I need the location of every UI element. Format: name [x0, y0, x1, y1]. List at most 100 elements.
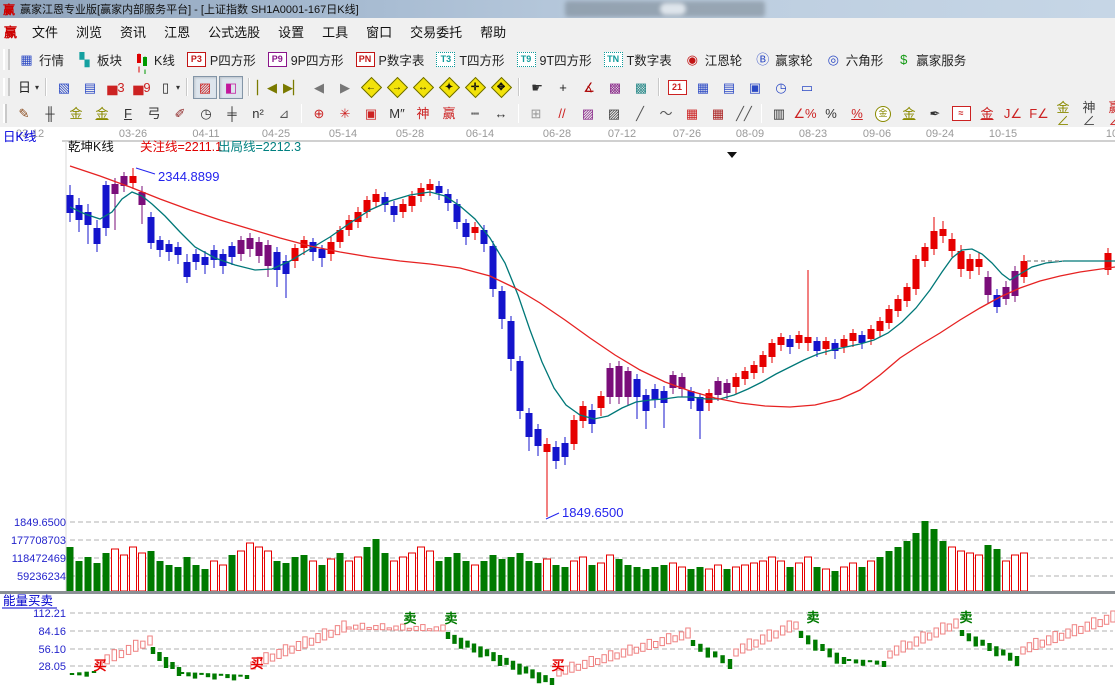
- angle-measure-icon[interactable]: ∡: [577, 76, 601, 99]
- last-bar-icon[interactable]: ▶▏: [281, 76, 305, 99]
- gann-shape-teal-icon[interactable]: ▩: [629, 76, 653, 99]
- ruler-123-icon[interactable]: ┉: [463, 102, 487, 125]
- j-angle-icon[interactable]: J∠: [1001, 102, 1025, 125]
- report-icon[interactable]: ▤: [78, 76, 102, 99]
- gold-angle-icon[interactable]: 金∠: [1053, 102, 1077, 125]
- diamond-shrink-icon[interactable]: ✦: [437, 76, 461, 99]
- nine-t-square-button[interactable]: T99T四方形: [513, 48, 598, 71]
- compass-icon[interactable]: ⊕: [307, 102, 331, 125]
- menu-item-2[interactable]: 资讯: [111, 18, 155, 45]
- gann-pattern-icon[interactable]: ▨: [193, 76, 217, 99]
- gann-wheel-button[interactable]: ◉江恩轮: [680, 48, 749, 71]
- bars-9-icon[interactable]: ▅9: [130, 76, 154, 99]
- frame-tool-icon[interactable]: ⊞: [524, 102, 548, 125]
- save-icon[interactable]: ▣: [743, 76, 767, 99]
- diamond-compress-icon[interactable]: ✛: [463, 76, 487, 99]
- menu-item-7[interactable]: 窗口: [357, 18, 401, 45]
- menu-item-1[interactable]: 浏览: [67, 18, 111, 45]
- toolbar-grip[interactable]: [3, 49, 10, 69]
- menu-item-0[interactable]: 文件: [23, 18, 67, 45]
- slash-lines-icon[interactable]: ╱╱: [732, 102, 756, 125]
- next-bar-icon[interactable]: ▶: [333, 76, 357, 99]
- diamond-right-icon[interactable]: →: [385, 76, 409, 99]
- calculator-icon[interactable]: ▦: [691, 76, 715, 99]
- ying-angle-icon[interactable]: 赢∠: [1105, 102, 1115, 125]
- tick-grid-icon[interactable]: ╪: [220, 102, 244, 125]
- red-grid-box-2-icon[interactable]: ▦: [706, 102, 730, 125]
- t-table-button[interactable]: TNT数字表: [600, 48, 678, 71]
- fan-box-purple-icon[interactable]: ▨: [576, 102, 600, 125]
- diamond-expand-icon[interactable]: ↔: [411, 76, 435, 99]
- pattern-window-icon[interactable]: ▧: [52, 76, 76, 99]
- kline-button[interactable]: K线: [130, 48, 181, 71]
- print-icon[interactable]: ▭: [795, 76, 819, 99]
- hand-tool-icon[interactable]: ☛: [525, 76, 549, 99]
- notes-icon[interactable]: ▤: [717, 76, 741, 99]
- crosshair-tool-icon[interactable]: +: [551, 76, 575, 99]
- menu-item-8[interactable]: 交易委托: [401, 18, 471, 45]
- hexagon-button[interactable]: ◎六角形: [821, 48, 890, 71]
- boxed-web-icon[interactable]: ▣: [359, 102, 383, 125]
- volume-profile-icon[interactable]: ◧: [219, 76, 243, 99]
- nine-p-square-button[interactable]: P99P四方形: [264, 48, 350, 71]
- sectors-button[interactable]: ▚板块: [72, 48, 128, 71]
- horizontal-span-icon[interactable]: ↔: [489, 102, 513, 125]
- time-circle-grid-icon[interactable]: ◷: [194, 102, 218, 125]
- percent-angle-icon[interactable]: ∠%: [793, 102, 817, 125]
- menu-item-6[interactable]: 工具: [313, 18, 357, 45]
- first-bar-icon[interactable]: ▏◀: [255, 76, 279, 99]
- trend-pencil-icon[interactable]: ╱: [628, 102, 652, 125]
- ying-grid-icon[interactable]: 赢: [437, 102, 461, 125]
- shen-angle-icon[interactable]: 神∠: [1079, 102, 1103, 125]
- indicator-pane-title[interactable]: 能量买卖: [3, 594, 53, 608]
- brush-icon[interactable]: ✐: [168, 102, 192, 125]
- draw-pen-icon[interactable]: ✎: [12, 102, 36, 125]
- gold-grid-icon[interactable]: 金: [64, 102, 88, 125]
- diamond-move-icon[interactable]: ✥: [489, 76, 513, 99]
- title-bar[interactable]: 赢 赢家江恩专业版[赢家内部服务平台] - [上证指数 SH1A0001-167…: [0, 0, 1115, 18]
- period-day-dropdown[interactable]: 日▾: [15, 76, 40, 99]
- percent-icon[interactable]: %: [819, 102, 843, 125]
- candle-style-dropdown[interactable]: ▯▾: [156, 76, 181, 99]
- ink-brush-icon[interactable]: ✒: [923, 102, 947, 125]
- red-grid-box-icon[interactable]: ▦: [680, 102, 704, 125]
- quotes-button[interactable]: ▦行情: [14, 48, 70, 71]
- winner-service-button[interactable]: $赢家服务: [891, 48, 972, 71]
- winner-wheel-button[interactable]: Ⓑ赢家轮: [750, 48, 819, 71]
- wave-box-icon[interactable]: ≈: [949, 102, 973, 125]
- f-angle-icon[interactable]: F∠: [1027, 102, 1051, 125]
- wave-icon[interactable]: ～: [654, 102, 678, 125]
- fan-lines-icon[interactable]: //: [550, 102, 574, 125]
- p-square-button[interactable]: P3P四方形: [183, 48, 262, 71]
- gann-shape-purple-icon[interactable]: ▩: [603, 76, 627, 99]
- menu-item-9[interactable]: 帮助: [471, 18, 515, 45]
- calendar-icon[interactable]: 21: [665, 76, 689, 99]
- t-square-button[interactable]: T3T四方形: [432, 48, 510, 71]
- p-table-button[interactable]: PNP数字表: [352, 48, 431, 71]
- prev-bar-icon[interactable]: ◀: [307, 76, 331, 99]
- k-note-icon[interactable]: M″: [385, 102, 409, 125]
- menu-item-3[interactable]: 江恩: [155, 18, 199, 45]
- scale-bars-icon[interactable]: ▥: [767, 102, 791, 125]
- bars-3-icon[interactable]: ▅3: [104, 76, 128, 99]
- diamond-left-icon[interactable]: ←: [359, 76, 383, 99]
- sync-web-icon[interactable]: ◷: [769, 76, 793, 99]
- chart-area[interactable]: 03-1203-2604-1104-2505-1405-2806-1406-28…: [0, 127, 1115, 685]
- gold-under-icon[interactable]: 金: [975, 102, 999, 125]
- grid-ticks-icon[interactable]: ╫: [38, 102, 62, 125]
- f-grid-icon[interactable]: F: [116, 102, 140, 125]
- gold-grid-2-icon[interactable]: 金: [90, 102, 114, 125]
- gold-lines-icon[interactable]: 金: [897, 102, 921, 125]
- gold-circle-icon[interactable]: 金: [871, 102, 895, 125]
- n2-grid-icon[interactable]: n²: [246, 102, 270, 125]
- gong-grid-icon[interactable]: 弓: [142, 102, 166, 125]
- percent-line-icon[interactable]: %: [845, 102, 869, 125]
- menu-item-5[interactable]: 设置: [269, 18, 313, 45]
- shen-grid-icon[interactable]: 神: [411, 102, 435, 125]
- kline-chart-canvas[interactable]: 03-1203-2604-1104-2505-1405-2806-1406-28…: [0, 127, 1115, 685]
- fan-box-dark-icon[interactable]: ▨: [602, 102, 626, 125]
- menu-item-4[interactable]: 公式选股: [199, 18, 269, 45]
- toolbar-grip[interactable]: [3, 104, 7, 123]
- angle-flag-icon[interactable]: ⊿: [272, 102, 296, 125]
- toolbar-grip[interactable]: [3, 78, 10, 96]
